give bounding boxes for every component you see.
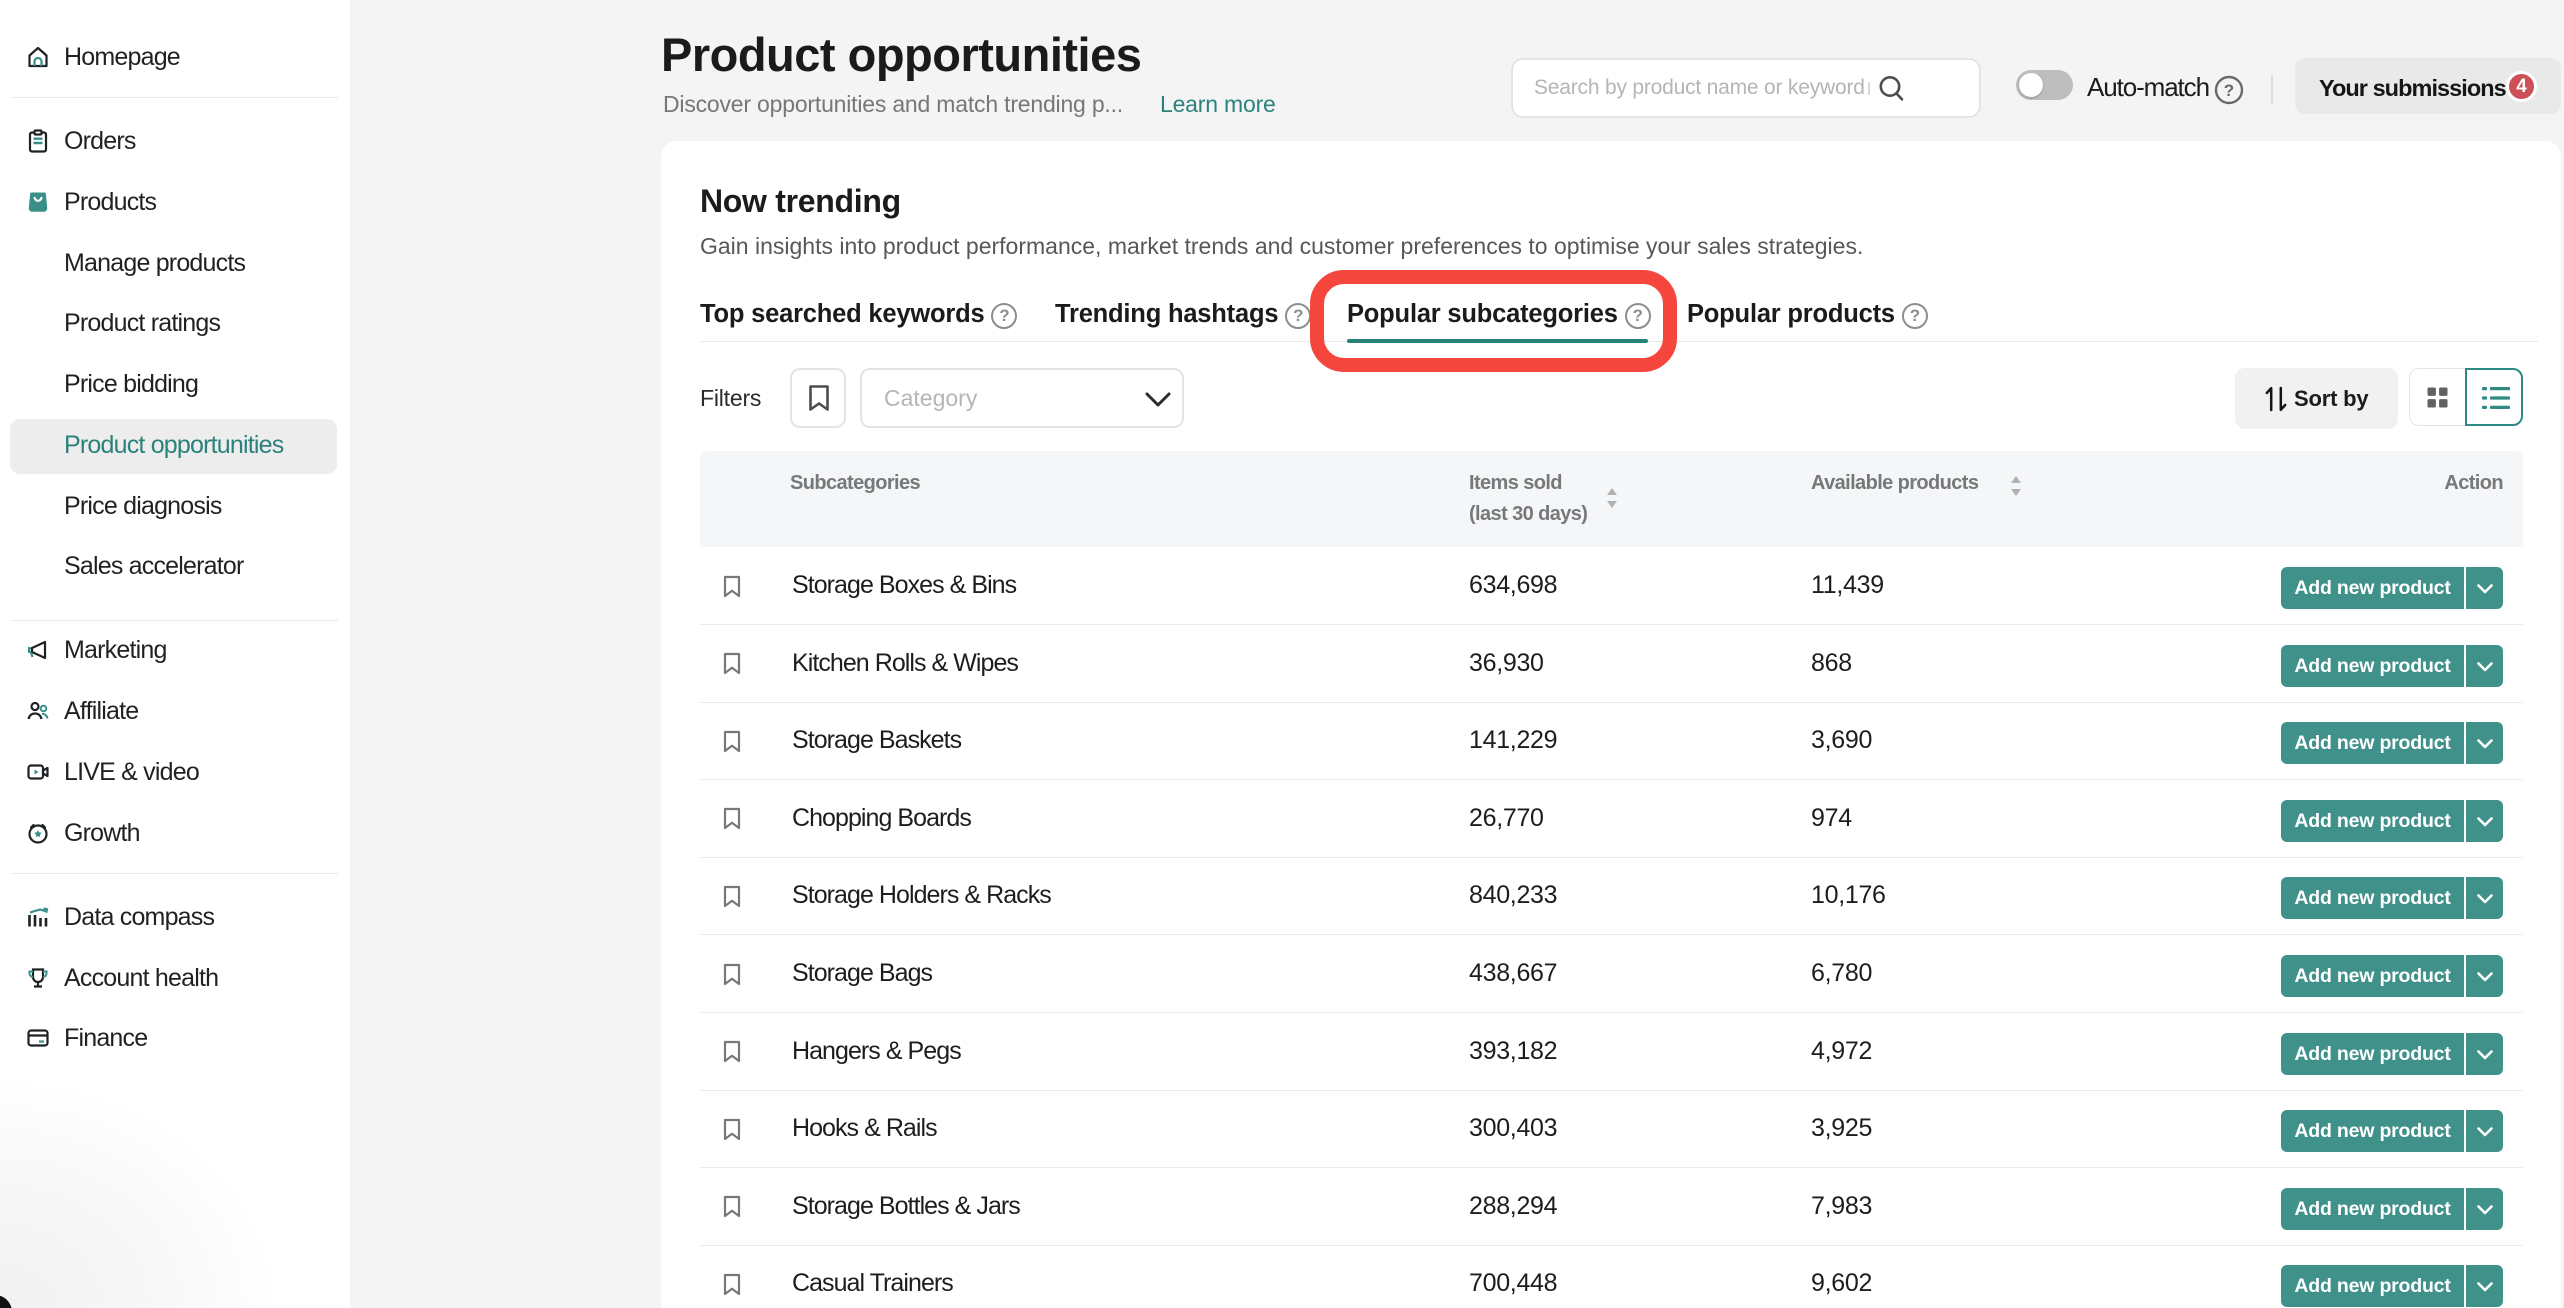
- svg-text:?: ?: [2224, 81, 2234, 100]
